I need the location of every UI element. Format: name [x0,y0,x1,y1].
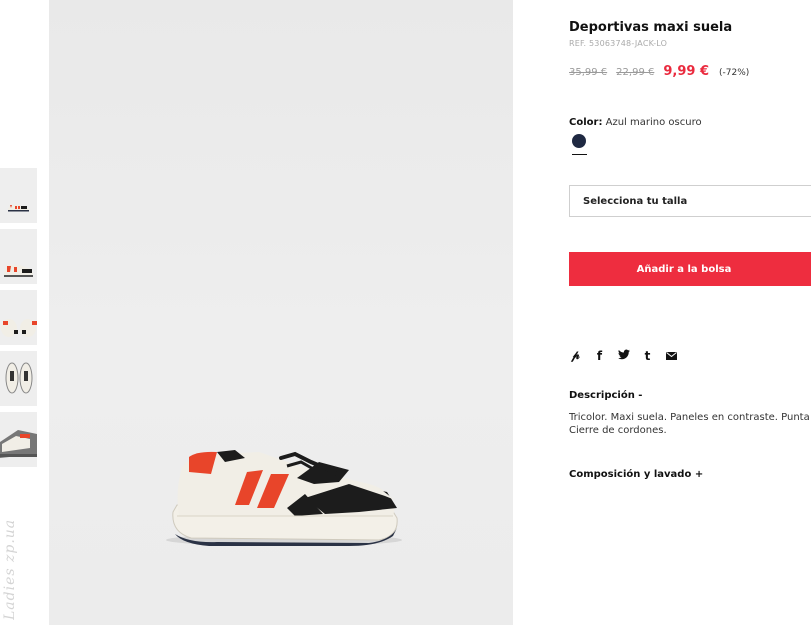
thumbnail-2[interactable] [0,229,37,284]
color-value: Azul marino oscuro [605,117,702,128]
add-to-bag-label: Añadir a la bolsa [636,263,732,275]
description-toggle[interactable]: Descripción - [569,390,642,401]
thumbnail-4[interactable] [0,351,37,406]
pinterest-icon[interactable]: 𝓅 [569,348,582,363]
tumblr-icon[interactable]: t [641,349,654,363]
thumbnail-3[interactable] [0,290,37,345]
previous-price: 22,99 € [616,67,655,78]
color-swatch-navy[interactable] [572,134,586,148]
color-info: Color: Azul marino oscuro [569,117,702,128]
watermark: Ladies zp.ua [2,518,18,620]
product-title: Deportivas maxi suela [569,20,733,35]
main-product-image[interactable] [49,0,513,625]
facebook-icon[interactable]: f [593,349,606,363]
thumbnail-strip [0,168,38,473]
composition-toggle[interactable]: Composición y lavado + [569,469,703,480]
price-row: 35,99 € 22,99 € 9,99 € (-72%) [569,64,749,79]
original-price: 35,99 € [569,67,608,78]
size-select[interactable]: Selecciona tu talla [569,185,811,217]
add-to-bag-button[interactable]: Añadir a la bolsa [569,252,811,286]
color-label: Color: [569,117,603,128]
description-line-2: Cierre de cordones. [569,425,667,436]
email-icon[interactable] [665,349,678,363]
description-line-1: Tricolor. Maxi suela. Paneles en contras… [569,412,811,423]
product-reference: REF. 53063748-JACK-LO [569,39,668,48]
share-icons: 𝓅 f t [569,348,678,363]
sneaker-illustration [166,450,402,546]
twitter-icon[interactable] [617,349,630,363]
thumbnail-1[interactable] [0,168,37,223]
selected-swatch-indicator [572,154,587,155]
current-price: 9,99 € [663,64,709,79]
thumbnail-5[interactable] [0,412,37,467]
discount-badge: (-72%) [719,68,750,78]
description-text: Tricolor. Maxi suela. Paneles en contras… [569,411,811,437]
